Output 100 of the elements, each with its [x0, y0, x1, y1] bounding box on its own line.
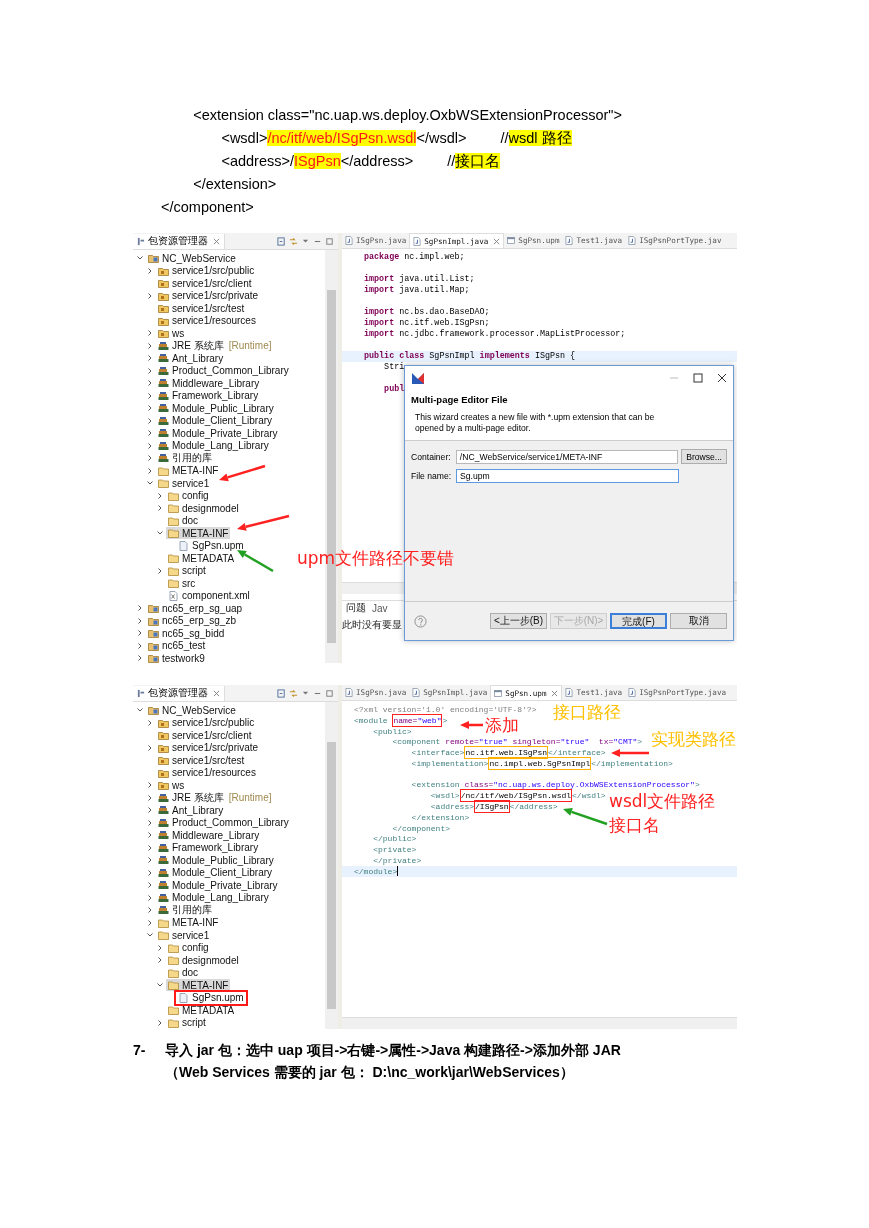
tree-item[interactable]: Module_Lang_Library — [133, 891, 271, 904]
tree-item[interactable]: JRE 系统库 [Runtime] — [133, 339, 272, 352]
chevron-icon[interactable] — [146, 893, 154, 902]
tree-item[interactable]: 引用的库 — [133, 904, 214, 917]
panel-tab[interactable]: 问题 — [346, 601, 366, 615]
chevron-icon[interactable] — [146, 843, 154, 852]
chevron-icon[interactable] — [156, 956, 164, 965]
chevron-icon[interactable] — [146, 831, 154, 840]
tree-item[interactable]: service1/src/test — [133, 302, 247, 315]
tree-item[interactable]: Middleware_Library — [133, 829, 262, 842]
tree-item[interactable]: Module_Private_Library — [133, 427, 280, 440]
tree-item[interactable]: service1 — [133, 929, 212, 942]
chevron-icon[interactable] — [146, 341, 154, 350]
tree-item[interactable]: script — [133, 1016, 208, 1029]
tree-item[interactable]: META-INF — [133, 916, 221, 929]
chevron-icon[interactable] — [146, 354, 154, 363]
text-field[interactable]: /NC_WebService/service1/META-INF — [455, 449, 679, 464]
chevron-icon[interactable] — [136, 641, 144, 650]
tree-item[interactable]: nc65_erp_sg_uap — [133, 602, 245, 615]
chevron-icon[interactable] — [156, 491, 164, 500]
chevron-icon[interactable] — [146, 881, 154, 890]
chevron-icon[interactable] — [146, 441, 154, 450]
chevron-icon[interactable] — [146, 743, 154, 752]
dialog-button[interactable]: 取消 — [670, 613, 727, 629]
dialog-button[interactable]: 完成(F) — [610, 613, 667, 629]
chevron-icon[interactable] — [146, 429, 154, 438]
tree-item[interactable]: Middleware_Library — [133, 377, 262, 390]
chevron-icon[interactable] — [146, 806, 154, 815]
tree-item[interactable]: META-INF — [133, 464, 221, 477]
tree-item[interactable]: service1/src/public — [133, 264, 257, 277]
chevron-icon[interactable] — [146, 466, 154, 475]
tree-item[interactable]: script — [133, 564, 208, 577]
chevron-icon[interactable] — [146, 718, 154, 727]
tree-item[interactable]: Module_Client_Library — [133, 866, 275, 879]
tree-item[interactable]: Module_Public_Library — [133, 854, 276, 867]
horizontal-scrollbar[interactable] — [342, 1017, 737, 1029]
tree-item[interactable]: Product_Common_Library — [133, 816, 291, 829]
tree-item[interactable]: service1/src/private — [133, 741, 261, 754]
chevron-icon[interactable] — [136, 654, 144, 663]
chevron-icon[interactable] — [146, 391, 154, 400]
tree-item[interactable]: config — [133, 941, 211, 954]
tree-item[interactable]: Module_Public_Library — [133, 402, 276, 415]
chevron-icon[interactable] — [146, 906, 154, 915]
tree-item[interactable]: service1/resources — [133, 766, 258, 779]
tree-item[interactable]: service1/src/public — [133, 716, 257, 729]
chevron-icon[interactable] — [146, 793, 154, 802]
scrollbar[interactable] — [325, 702, 338, 1029]
tree-item[interactable]: service1/src/private — [133, 289, 261, 302]
chevron-icon[interactable] — [146, 781, 154, 790]
chevron-icon[interactable] — [156, 943, 164, 952]
chevron-icon[interactable] — [156, 566, 164, 575]
tree-item[interactable]: SgPsn.upm — [133, 991, 246, 1004]
chevron-icon[interactable] — [156, 1018, 164, 1027]
tree-item[interactable]: JRE 系统库 [Runtime] — [133, 791, 272, 804]
tree-item[interactable]: testwork9 — [133, 652, 207, 663]
view-tab[interactable]: 包资源管理器 — [133, 233, 225, 249]
chevron-icon[interactable] — [136, 616, 144, 625]
tree-item[interactable]: service1/src/test — [133, 754, 247, 767]
tree-item[interactable]: NC_WebService — [133, 252, 238, 265]
chevron-icon[interactable] — [146, 454, 154, 463]
tree-item[interactable]: service1/resources — [133, 314, 258, 327]
tree-item[interactable]: service1/src/client — [133, 729, 254, 742]
collapse-all-icon[interactable] — [277, 688, 286, 698]
tree-item[interactable]: component.xml — [133, 589, 252, 602]
chevron-icon[interactable] — [146, 818, 154, 827]
chevron-icon[interactable] — [136, 629, 144, 638]
tree-item[interactable]: Module_Private_Library — [133, 879, 280, 892]
tree-item[interactable]: service1 — [133, 477, 212, 490]
text-field[interactable]: Sg.upm — [456, 469, 679, 483]
tree-item[interactable]: Module_Client_Library — [133, 414, 275, 427]
chevron-icon[interactable] — [146, 366, 154, 375]
browse-button[interactable]: Browse... — [681, 449, 727, 464]
tree-item[interactable]: nc65_sg_bidd — [133, 627, 227, 640]
tree-item[interactable]: ws — [133, 779, 187, 792]
tree-item[interactable]: 引用的库 — [133, 452, 214, 465]
chevron-icon[interactable] — [146, 868, 154, 877]
chevron-icon[interactable] — [146, 918, 154, 927]
tree-item[interactable]: METADATA — [133, 552, 237, 565]
tree-item[interactable]: SgPsn.upm — [133, 539, 246, 552]
tree-item[interactable]: Module_Lang_Library — [133, 439, 271, 452]
tree-item[interactable]: Ant_Library — [133, 352, 226, 365]
tree-item[interactable]: nc65_erp_sg_zb — [133, 614, 238, 627]
tree-item[interactable]: config — [133, 489, 211, 502]
chevron-icon[interactable] — [146, 404, 154, 413]
tree-item[interactable]: Ant_Library — [133, 804, 226, 817]
tree-item[interactable]: src — [133, 577, 198, 590]
panel-tab[interactable]: Jav — [372, 602, 388, 614]
tree-item[interactable]: designmodel — [133, 954, 241, 967]
maximize-icon[interactable] — [693, 373, 703, 383]
tree-item[interactable]: doc — [133, 966, 201, 979]
tree-item[interactable]: NC_WebService — [133, 704, 238, 717]
tree-item[interactable]: service1/src/client — [133, 277, 254, 290]
chevron-icon[interactable] — [146, 266, 154, 275]
tree-item[interactable]: Framework_Library — [133, 389, 261, 402]
tree-item[interactable]: designmodel — [133, 502, 241, 515]
dialog-button[interactable]: <上一步(B) — [490, 613, 547, 629]
chevron-icon[interactable] — [136, 604, 144, 613]
tree-item[interactable]: Product_Common_Library — [133, 364, 291, 377]
chevron-icon[interactable] — [146, 291, 154, 300]
tree-item[interactable]: METADATA — [133, 1004, 237, 1017]
